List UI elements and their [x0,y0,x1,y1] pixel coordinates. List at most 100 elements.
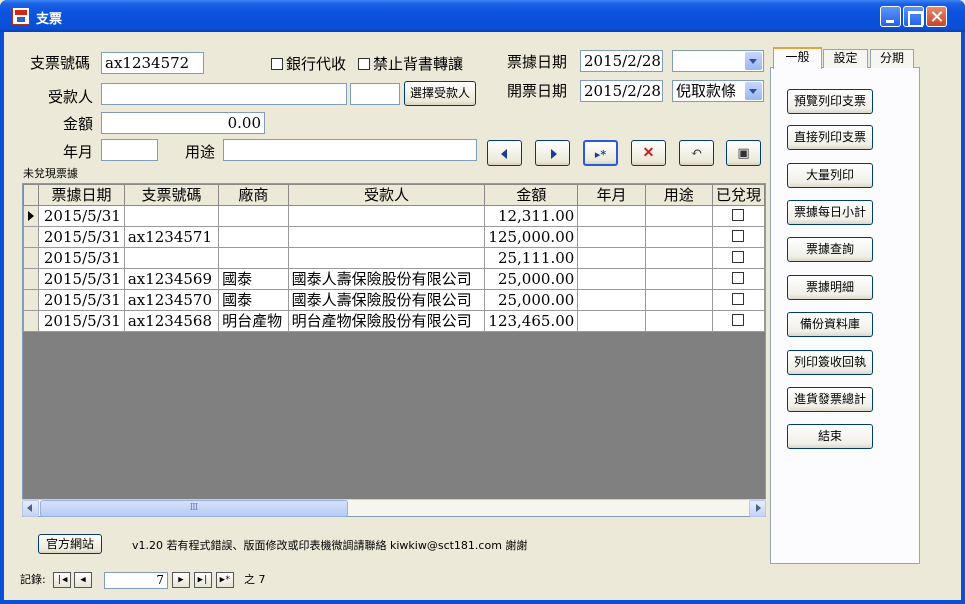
prev-record-nav-button[interactable]: ◀ [74,572,92,588]
grid-cell[interactable] [644,226,713,248]
bill-query-button[interactable]: 票據查詢 [787,237,873,262]
grid-cell[interactable]: 12,311.00 [484,205,579,227]
official-website-button[interactable]: 官方網站 [38,534,102,554]
grid-cell[interactable] [218,205,289,227]
cashed-cell[interactable] [711,205,765,227]
new-record-nav-button[interactable]: ▶* [216,572,234,588]
grid-cell[interactable] [644,247,713,269]
chevron-down-icon[interactable] [745,52,762,70]
record-number-input[interactable]: 7 [104,572,168,589]
scroll-left-button[interactable] [22,500,39,517]
row-selector[interactable] [23,247,40,269]
app-icon[interactable] [12,7,30,25]
grid-cell[interactable]: 25,000.00 [484,268,579,290]
grid-cell[interactable] [577,205,646,227]
col-header[interactable]: 支票號碼 [123,184,220,206]
daily-subtotal-button[interactable]: 票據每日小計 [787,200,873,225]
grid-cell[interactable]: 2015/5/31 [38,289,125,311]
no-endorse-box[interactable] [358,58,370,70]
grid-cell[interactable]: ax1234569 [123,268,220,290]
grid-cell[interactable] [577,268,646,290]
select-payee-button[interactable]: 選擇受款人 [404,81,476,106]
row-selector[interactable] [23,226,40,248]
grid-cell[interactable] [577,247,646,269]
batch-print-button[interactable]: 大量列印 [787,163,873,188]
row-selector[interactable] [23,205,40,227]
grid-cell[interactable]: 2015/5/31 [38,268,125,290]
cashed-checkbox[interactable] [732,271,745,284]
backup-db-button[interactable]: 備份資料庫 [787,312,873,337]
tab-general[interactable]: 一般 [773,47,822,69]
row-selector[interactable] [23,268,40,290]
grid-cell[interactable]: 125,000.00 [484,226,579,248]
grid-cell[interactable]: 123,465.00 [484,310,579,332]
invoice-total-button[interactable]: 進貨發票總計 [787,387,873,412]
grid-cell[interactable] [644,205,713,227]
bill-detail-button[interactable]: 票據明細 [787,275,873,300]
grid-cell[interactable]: ax1234570 [123,289,220,311]
new-record-button[interactable]: ▸* [583,140,618,166]
grid-cell[interactable]: 2015/5/31 [38,310,125,332]
grid-cell[interactable]: 明台產物保險股份有限公司 [287,310,486,332]
col-header[interactable]: 用途 [644,184,713,206]
grid-cell[interactable]: 國泰 [218,268,289,290]
grid-cell[interactable]: 國泰 [218,289,289,311]
delete-record-button[interactable]: ✕ [631,140,666,166]
grid-cell[interactable] [644,310,713,332]
direct-print-button[interactable]: 直接列印支票 [787,125,873,150]
preview-print-button[interactable]: 預覽列印支票 [787,89,873,114]
chevron-down-icon[interactable] [745,82,762,100]
grid-cell[interactable]: 25,000.00 [484,289,579,311]
last-record-button[interactable]: ▶| [194,572,212,588]
tab-settings[interactable]: 設定 [823,49,868,68]
cashed-checkbox[interactable] [732,229,745,242]
scroll-thumb[interactable]: Ⅲ [40,500,348,517]
table-row[interactable]: 2015/5/31 12,311.00 [23,205,765,227]
col-header[interactable]: 金額 [484,184,579,206]
grid-cell[interactable]: 國泰人壽保險股份有限公司 [287,268,486,290]
grid-cell[interactable] [644,289,713,311]
horizontal-scrollbar[interactable]: Ⅲ [22,499,766,517]
cashed-cell[interactable] [711,289,765,311]
grid-cell[interactable] [644,268,713,290]
payee-input[interactable] [101,83,347,105]
grid-cell[interactable] [577,226,646,248]
col-header[interactable]: 已兌現 [711,184,765,206]
bill-date-combo[interactable] [672,50,764,72]
grid-cell[interactable] [218,226,289,248]
cashed-cell[interactable] [711,310,765,332]
cashed-checkbox[interactable] [732,208,745,221]
grid-cell[interactable]: 2015/5/31 [38,205,125,227]
col-header[interactable]: 票據日期 [38,184,125,206]
bill-date-input[interactable]: 2015/2/28 [580,50,663,72]
grid-cell[interactable] [577,310,646,332]
grid-cell[interactable]: 2015/5/31 [38,247,125,269]
check-no-input[interactable]: ax1234572 [101,52,204,74]
grid-cell[interactable] [287,247,486,269]
issue-date-input[interactable]: 2015/2/28 [580,80,663,102]
table-row[interactable]: 2015/5/31 ax1234568 明台產物 明台產物保險股份有限公司 123,46… [23,310,765,332]
tab-installment[interactable]: 分期 [870,49,914,68]
save-button[interactable]: ▣ [726,140,761,166]
next-record-nav-button[interactable]: ▶ [172,572,190,588]
print-receipt-button[interactable]: 列印簽收回執 [787,350,873,375]
minimize-button[interactable] [880,6,901,27]
grid-cell[interactable] [577,289,646,311]
grid-cell[interactable]: ax1234568 [123,310,220,332]
uncashed-grid[interactable]: 票據日期 支票號碼 廠商 受款人 金額 年月 用途 已兌現 2015/5/31 1… [22,183,766,517]
table-row[interactable]: 2015/5/31 ax1234569 國泰 國泰人壽保險股份有限公司 25,000.0… [23,268,765,290]
bank-collect-box[interactable] [271,58,283,70]
cashed-cell[interactable] [711,268,765,290]
purpose-input[interactable] [223,139,477,161]
table-row[interactable]: 2015/5/31 ax1234570 國泰 國泰人壽保險股份有限公司 25,000.0… [23,289,765,311]
scroll-right-button[interactable] [749,500,766,517]
grid-cell[interactable]: 國泰人壽保險股份有限公司 [287,289,486,311]
grid-cell[interactable] [287,226,486,248]
grid-cell[interactable] [287,205,486,227]
cashed-cell[interactable] [711,226,765,248]
bank-collect-checkbox[interactable]: 銀行代收 [271,54,346,74]
exit-button[interactable]: 結束 [787,424,873,449]
col-header[interactable]: 受款人 [287,184,486,206]
prev-record-button[interactable] [487,140,522,166]
table-row[interactable]: 2015/5/31 25,111.00 [23,247,765,269]
